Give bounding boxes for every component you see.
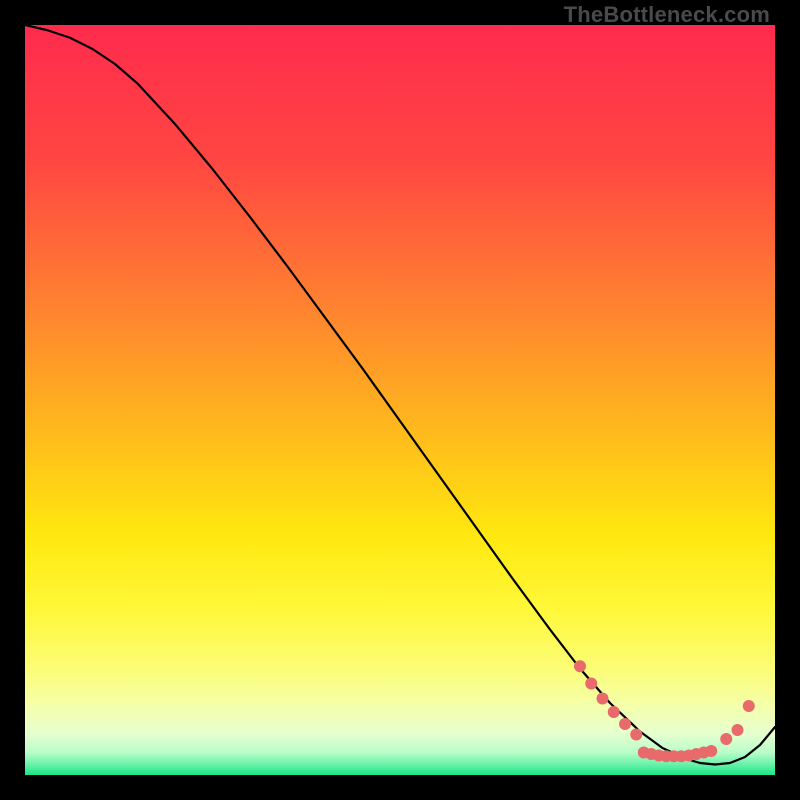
marker-dot [630, 729, 642, 741]
marker-dot [619, 718, 631, 730]
marker-dot [597, 693, 609, 705]
chart-frame [25, 25, 775, 775]
marker-dot [585, 678, 597, 690]
marker-dot [732, 724, 744, 736]
marker-dot [574, 660, 586, 672]
chart-background [25, 25, 775, 775]
chart-svg [25, 25, 775, 775]
marker-dot [705, 745, 717, 757]
marker-dot [720, 733, 732, 745]
marker-dot [743, 700, 755, 712]
marker-dot [608, 706, 620, 718]
